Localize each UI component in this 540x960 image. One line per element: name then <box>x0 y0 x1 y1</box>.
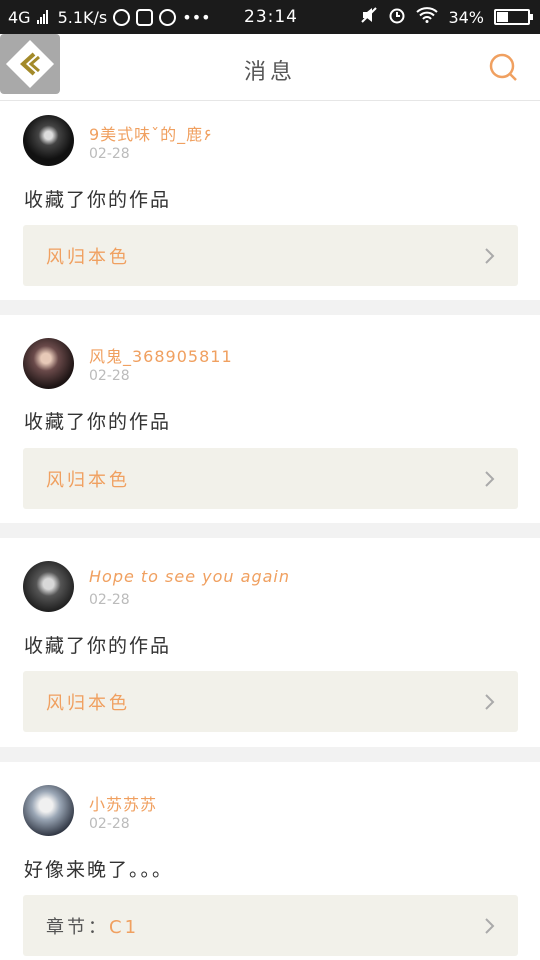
mute-icon <box>360 6 378 28</box>
chat-icon <box>159 8 177 26</box>
clock: 23:14 <box>244 7 298 27</box>
message-list: 9美式味ˇ的_鹿۶ 02-28 收藏了你的作品 风归本色 风鬼_36890581… <box>0 101 540 960</box>
message-date: 02-28 <box>89 816 130 832</box>
message-item: 小苏苏苏 02-28 好像来晚了。。。 章节：C1 <box>0 762 540 960</box>
alarm-icon <box>388 6 406 28</box>
message-text: 收藏了你的作品 <box>24 635 172 657</box>
app-notification-icon <box>136 8 154 26</box>
work-link[interactable]: 风归本色 <box>23 225 518 286</box>
status-bar: 4G 5.1K/s ••• 23:14 34% <box>0 0 540 34</box>
battery-percent: 34% <box>448 7 484 27</box>
username[interactable]: 风鬼_368905811 <box>89 343 233 367</box>
divider <box>0 300 540 315</box>
avatar[interactable] <box>23 561 74 612</box>
work-link[interactable]: 章节：C1 <box>23 895 518 956</box>
avatar[interactable] <box>23 338 74 389</box>
message-text: 好像来晚了。。。 <box>24 859 174 881</box>
work-link[interactable]: 风归本色 <box>23 671 518 732</box>
message-date: 02-28 <box>89 368 130 384</box>
chevron-right-icon <box>485 918 495 934</box>
username[interactable]: Hope to see you again <box>89 567 290 586</box>
signal-icon <box>36 10 48 24</box>
top-bar: 消息 <box>0 34 540 101</box>
divider <box>0 747 540 762</box>
work-title: 风归本色 <box>46 469 130 491</box>
avatar[interactable] <box>23 115 74 166</box>
message-date: 02-28 <box>89 146 130 162</box>
work-title: C1 <box>109 916 140 938</box>
chevron-right-icon <box>485 471 495 487</box>
qq-icon <box>113 8 131 26</box>
message-item: 9美式味ˇ的_鹿۶ 02-28 收藏了你的作品 风归本色 <box>0 101 540 300</box>
avatar[interactable] <box>23 785 74 836</box>
chevron-right-icon <box>485 248 495 264</box>
wifi-icon <box>416 7 439 27</box>
battery-icon <box>494 9 533 25</box>
message-text: 收藏了你的作品 <box>24 189 172 211</box>
search-icon[interactable] <box>488 52 518 82</box>
message-item: Hope to see you again 02-28 收藏了你的作品 风归本色 <box>0 538 540 747</box>
message-date: 02-28 <box>89 592 130 608</box>
page-title: 消息 <box>243 60 296 85</box>
message-item: 风鬼_368905811 02-28 收藏了你的作品 风归本色 <box>0 315 540 523</box>
work-title: 风归本色 <box>46 692 130 714</box>
status-left-group: 4G 5.1K/s ••• <box>8 8 211 27</box>
network-type: 4G <box>8 7 31 27</box>
network-speed: 5.1K/s <box>57 7 108 27</box>
username[interactable]: 9美式味ˇ的_鹿۶ <box>89 121 212 145</box>
username[interactable]: 小苏苏苏 <box>89 791 157 815</box>
work-link-prefix: 章节： <box>46 916 109 938</box>
status-right-group: 34% <box>360 0 533 34</box>
chevron-right-icon <box>485 694 495 710</box>
work-title: 风归本色 <box>46 246 130 268</box>
divider <box>0 523 540 538</box>
work-link[interactable]: 风归本色 <box>23 448 518 509</box>
more-notifications-icon: ••• <box>182 7 211 27</box>
message-text: 收藏了你的作品 <box>24 411 172 433</box>
